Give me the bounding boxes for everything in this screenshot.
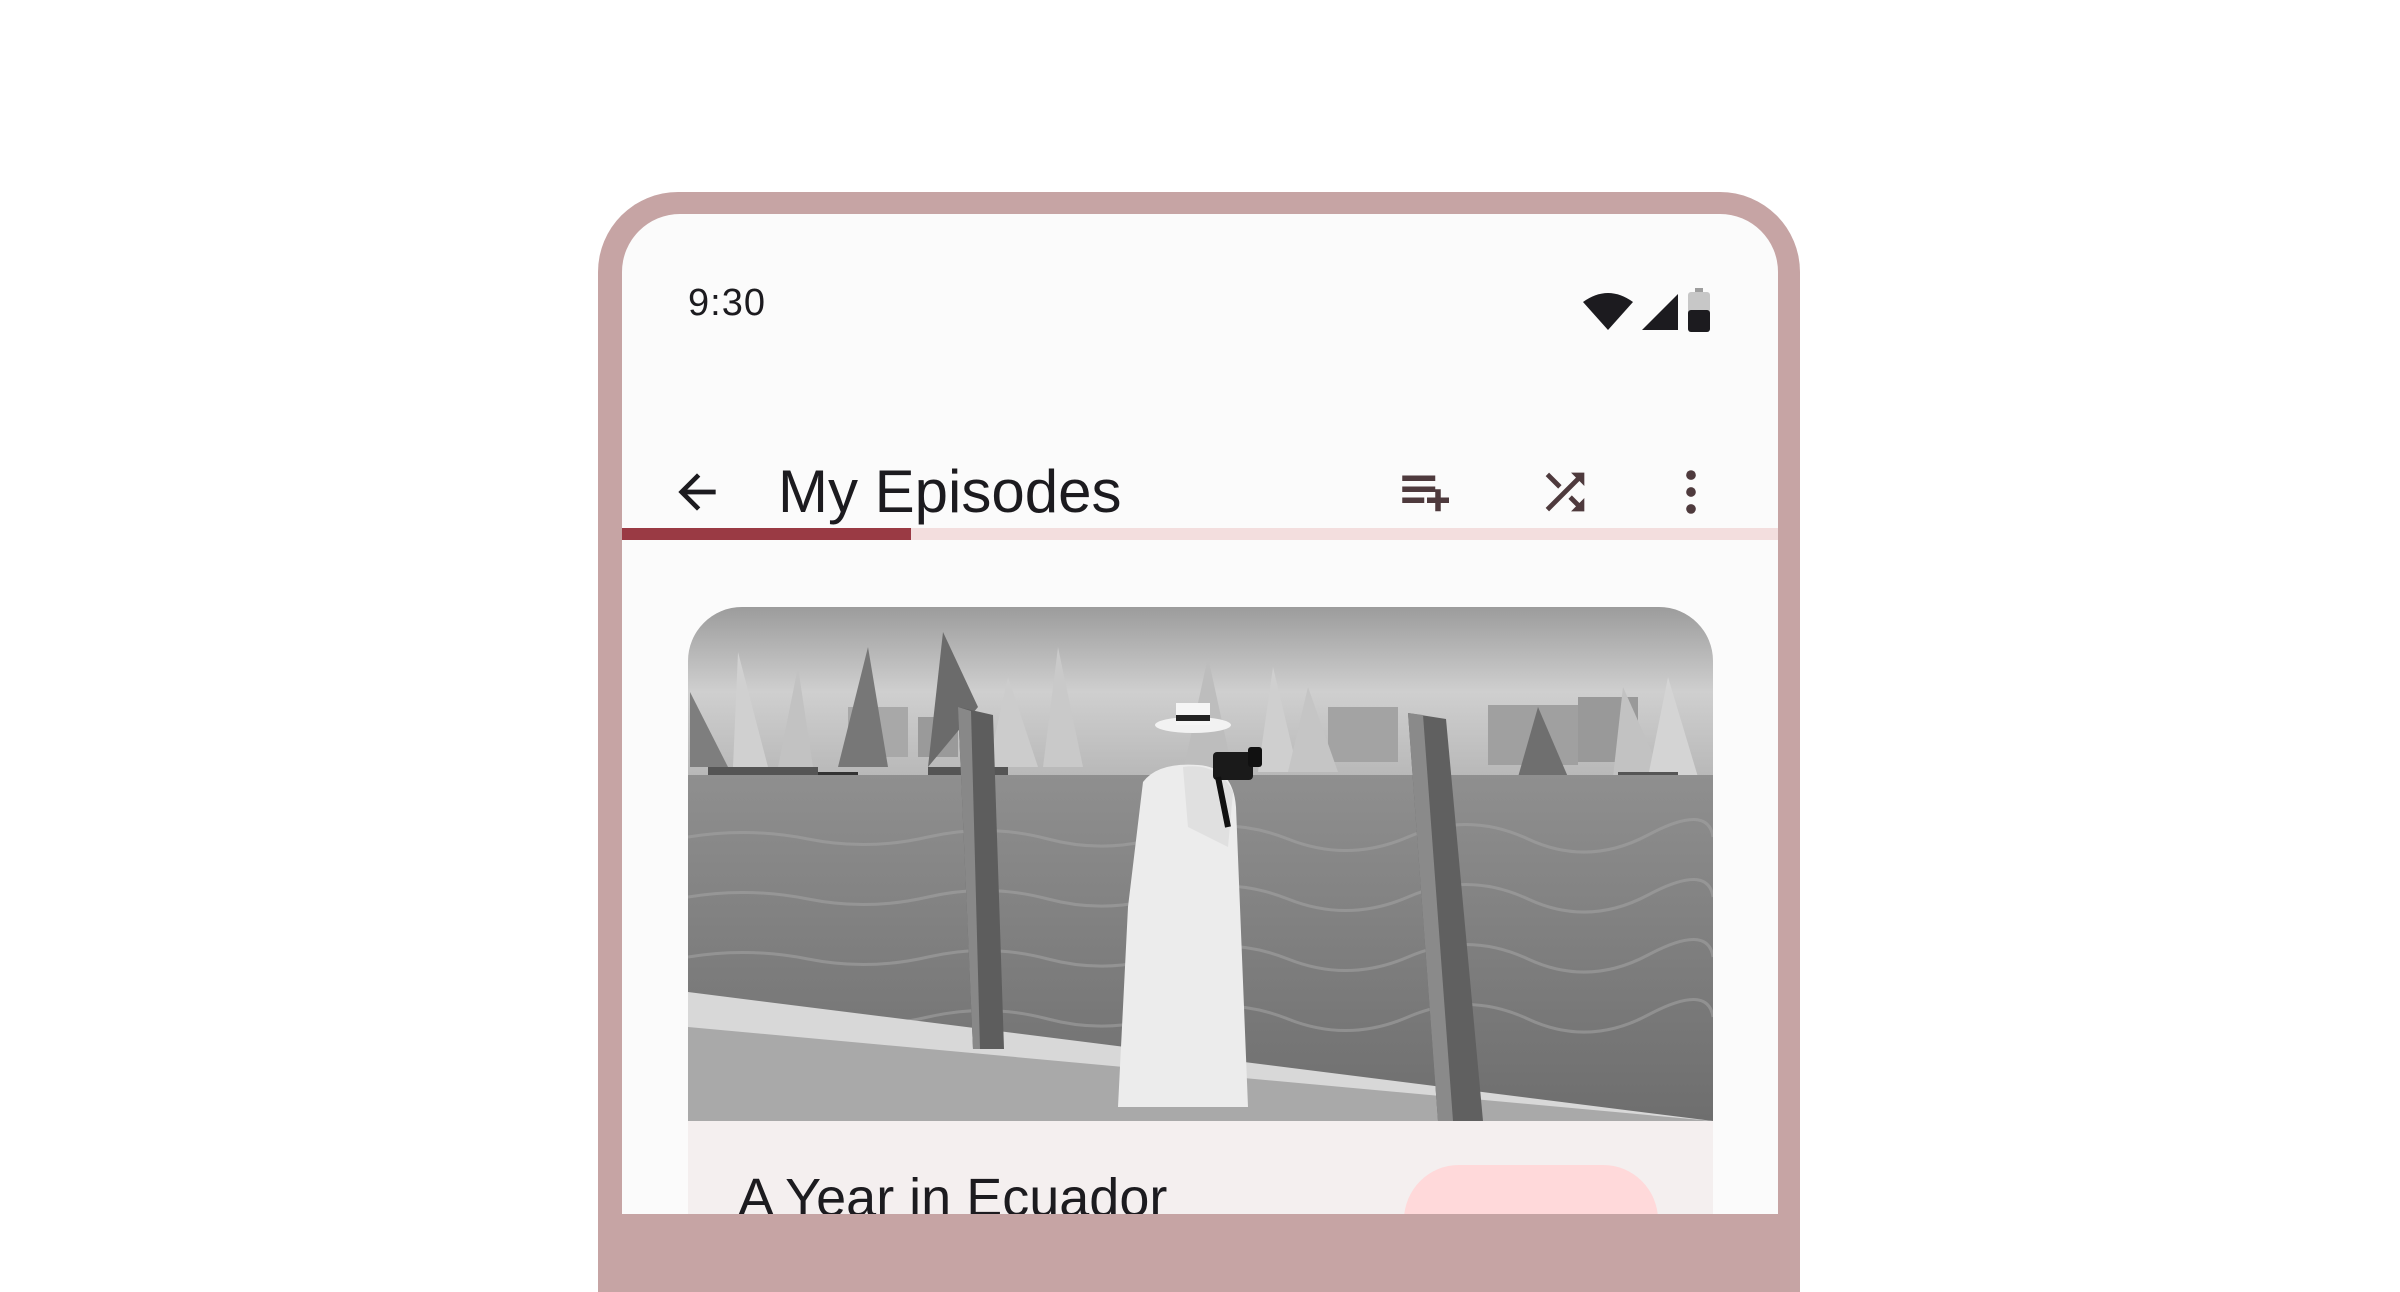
back-button[interactable] [652,447,742,537]
page-title: My Episodes [778,458,1122,525]
more-vert-icon [1686,470,1696,514]
wifi-icon [1583,293,1633,330]
episode-title: A Year in Ecuador [738,1168,1168,1214]
play-button[interactable] [1404,1165,1658,1214]
episode-info: A Year in Ecuador [688,1121,1713,1214]
shuffle-button[interactable] [1520,447,1610,537]
status-icons [1582,282,1752,332]
battery-icon [1688,288,1710,332]
phone-screen: 9:30 My Episodes A Year in Ecuador [622,214,1778,1214]
episode-image [688,607,1713,1121]
add-to-queue-button[interactable] [1382,447,1472,537]
playlist-add-icon [1402,475,1449,512]
shuffle-icon [1545,472,1585,512]
arrow-back-icon [678,473,716,511]
playback-progress-fill [622,528,911,540]
cellular-signal-icon [1642,294,1678,330]
playback-progress-bar [622,528,1778,540]
episode-card[interactable]: A Year in Ecuador [688,607,1713,1214]
status-bar: 9:30 [622,214,1778,384]
status-time: 9:30 [688,282,766,324]
more-options-button[interactable] [1646,447,1736,537]
